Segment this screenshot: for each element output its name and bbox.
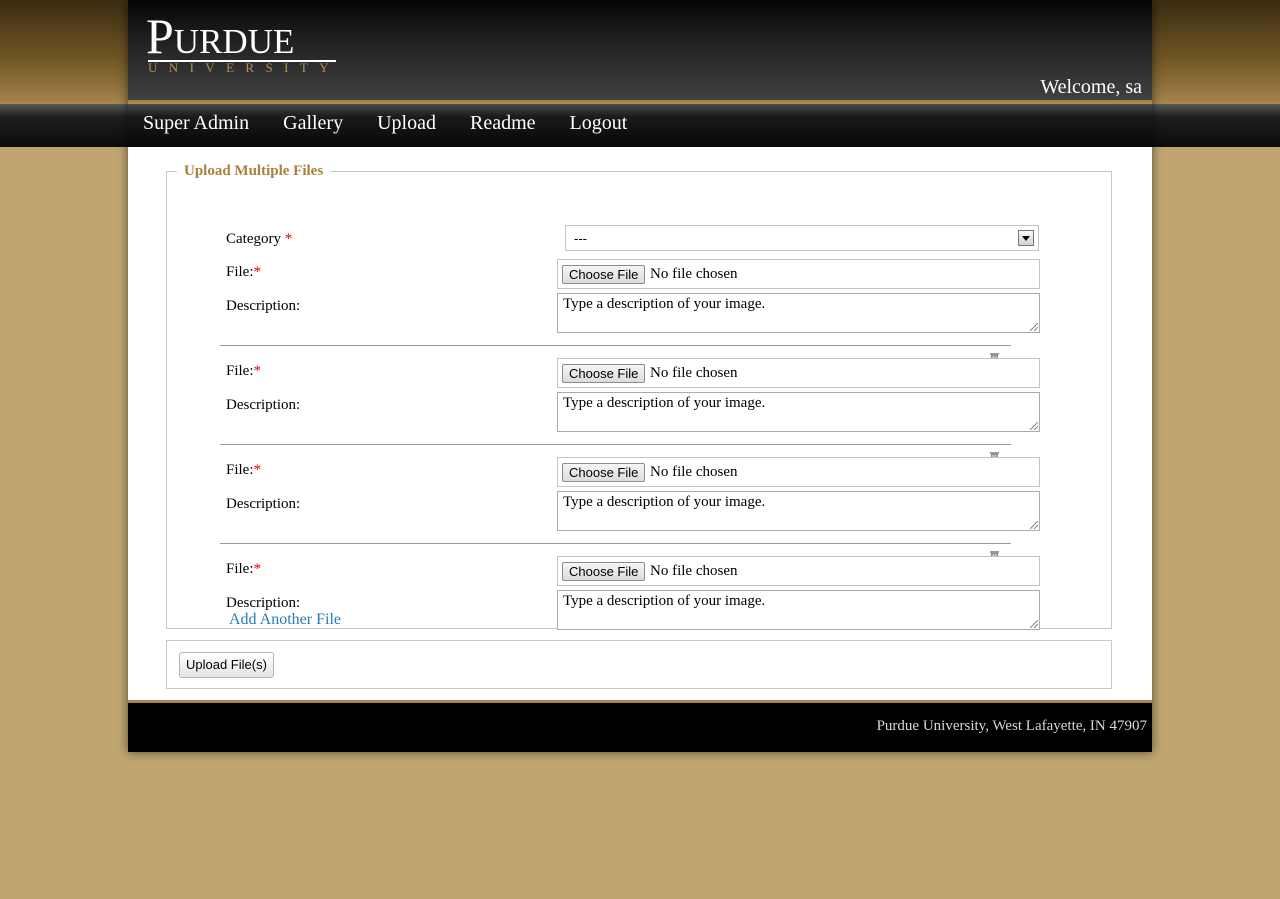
nav-item-readme[interactable]: Readme — [470, 112, 536, 135]
main-nav: Super Admin Gallery Upload Readme Logout — [128, 102, 1152, 147]
description-placeholder: Type a description of your image. — [563, 296, 766, 312]
upload-files-button[interactable]: Upload File(s) — [179, 652, 274, 678]
chevron-down-icon[interactable] — [1018, 230, 1034, 246]
upload-fieldset: Upload Multiple Files Category * --- Fil… — [166, 163, 1112, 630]
required-asterisk: * — [253, 462, 262, 478]
submit-area: Upload File(s) — [166, 640, 1112, 689]
resize-grip-icon[interactable] — [1030, 521, 1038, 529]
required-asterisk: * — [253, 561, 262, 577]
resize-grip-icon[interactable] — [1030, 323, 1038, 331]
choose-file-button[interactable]: Choose File — [562, 265, 646, 284]
purdue-logo[interactable]: Purdue UNIVERSITY — [146, 10, 341, 78]
file-label: File:* — [226, 462, 261, 479]
required-asterisk: * — [253, 264, 262, 280]
description-label: Description: — [226, 298, 301, 314]
page-container: Purdue UNIVERSITY Welcome, sa Super Admi… — [128, 0, 1152, 752]
entry-divider — [220, 444, 1011, 445]
site-header: Purdue UNIVERSITY Welcome, sa — [128, 0, 1152, 100]
fieldset-legend: Upload Multiple Files — [184, 163, 324, 179]
choose-file-button[interactable]: Choose File — [562, 463, 646, 482]
site-footer: Purdue University, West Lafayette, IN 47… — [128, 700, 1152, 752]
nav-item-upload[interactable]: Upload — [377, 112, 436, 135]
file-input[interactable]: Choose File No file chosen — [557, 358, 1040, 388]
resize-grip-icon[interactable] — [1030, 422, 1038, 430]
file-status: No file chosen — [650, 563, 738, 579]
description-placeholder: Type a description of your image. — [563, 494, 766, 510]
file-input[interactable]: Choose File No file chosen — [557, 457, 1040, 487]
description-textarea[interactable]: Type a description of your image. — [557, 293, 1040, 333]
file-status: No file chosen — [650, 464, 738, 480]
description-label: Description: — [226, 595, 301, 611]
footer-address: Purdue University, West Lafayette, IN 47… — [876, 718, 1147, 734]
resize-grip-icon[interactable] — [1030, 620, 1038, 628]
description-placeholder: Type a description of your image. — [563, 593, 766, 609]
description-textarea[interactable]: Type a description of your image. — [557, 590, 1040, 630]
category-select[interactable]: --- — [565, 225, 1039, 251]
file-label: File:* — [226, 561, 261, 578]
description-textarea[interactable]: Type a description of your image. — [557, 392, 1040, 432]
category-label: Category * — [226, 231, 292, 248]
nav-item-gallery[interactable]: Gallery — [283, 112, 343, 135]
file-status: No file chosen — [650, 365, 738, 381]
entry-divider — [220, 543, 1011, 544]
required-asterisk: * — [253, 363, 262, 379]
choose-file-button[interactable]: Choose File — [562, 364, 646, 383]
required-asterisk: * — [284, 231, 293, 247]
add-another-file-link[interactable]: Add Another File — [229, 611, 341, 629]
main-content: Upload Multiple Files Category * --- Fil… — [128, 147, 1152, 700]
logo-subtitle: UNIVERSITY — [148, 60, 340, 75]
file-label: File:* — [226, 363, 261, 380]
choose-file-button[interactable]: Choose File — [562, 562, 646, 581]
entry-divider — [220, 345, 1011, 346]
welcome-text: Welcome, sa — [1040, 76, 1142, 98]
description-placeholder: Type a description of your image. — [563, 395, 766, 411]
nav-item-super-admin[interactable]: Super Admin — [143, 112, 249, 135]
category-label-text: Category — [226, 231, 281, 247]
file-label-text: File: — [226, 462, 254, 478]
file-status: No file chosen — [650, 266, 738, 282]
nav-item-logout[interactable]: Logout — [570, 112, 628, 135]
file-input[interactable]: Choose File No file chosen — [557, 556, 1040, 586]
file-input[interactable]: Choose File No file chosen — [557, 259, 1040, 289]
logo-wordmark: Purdue — [146, 8, 295, 64]
file-label-text: File: — [226, 561, 254, 577]
file-label-text: File: — [226, 363, 254, 379]
description-label: Description: — [226, 397, 301, 413]
file-label: File:* — [226, 264, 261, 281]
category-select-value: --- — [574, 231, 587, 246]
description-textarea[interactable]: Type a description of your image. — [557, 491, 1040, 531]
description-label: Description: — [226, 496, 301, 512]
file-label-text: File: — [226, 264, 254, 280]
